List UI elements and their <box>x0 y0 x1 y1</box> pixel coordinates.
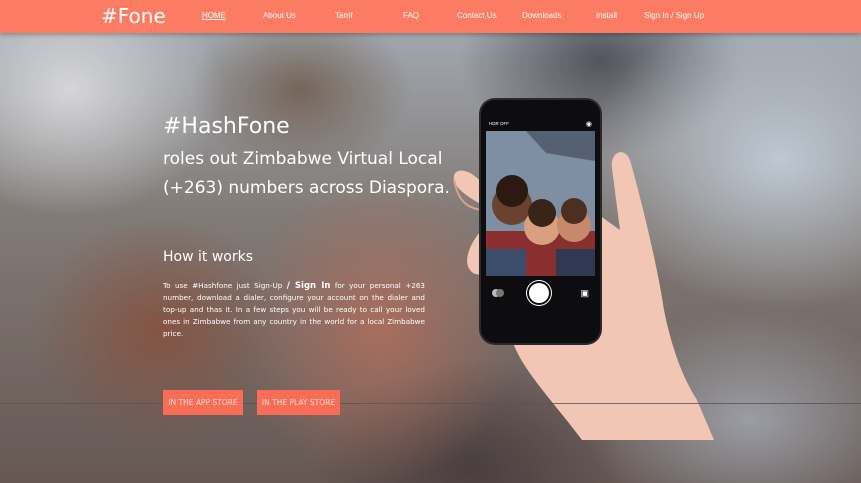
camera-flip-icon[interactable]: ▣ <box>580 288 589 299</box>
nav-tarrif[interactable]: Tarrif <box>335 11 353 20</box>
nav-install[interactable]: Install <box>596 11 617 20</box>
top-navbar: #Fone HOME About Us Tarrif FAQ Contact U… <box>0 0 861 33</box>
hero-title: #HashFone <box>163 114 290 139</box>
hero-subtitle-line2: (+263) numbers across Diaspora. <box>163 178 450 198</box>
how-it-works-text: To use #Hashfone just Sign-Up / Sign In … <box>163 280 425 340</box>
body-text-signin[interactable]: / Sign In <box>287 281 331 291</box>
nav-about[interactable]: About Us <box>263 11 296 20</box>
hero-subtitle-line1: roles out Zimbabwe Virtual Local <box>163 149 443 169</box>
nav-signin[interactable]: Sign In / Sign Up <box>644 11 704 20</box>
app-store-button[interactable]: IN THE APP STORE <box>163 390 243 415</box>
nav-home[interactable]: HOME <box>202 11 226 20</box>
nav-downloads[interactable]: Downloads <box>522 11 562 20</box>
shutter-button[interactable] <box>529 283 549 303</box>
body-text-part1: To use #Hashfone just Sign-Up <box>163 281 283 290</box>
selfie-photo <box>486 131 595 276</box>
site-logo[interactable]: #Fone <box>101 4 166 28</box>
camera-icon: ◉ <box>585 121 592 128</box>
phone-screen-selfie <box>486 131 595 276</box>
hero-background <box>0 0 861 483</box>
phone-status-text: HDR OFF <box>489 121 509 126</box>
horizontal-divider <box>0 403 861 404</box>
phone-mockup: HDR OFF ◉ ▣ <box>481 100 600 343</box>
background-overlay <box>0 0 861 483</box>
how-it-works-heading: How it works <box>163 249 253 265</box>
nav-faq[interactable]: FAQ <box>403 11 419 20</box>
play-store-button[interactable]: IN THE PLAY STORE <box>257 390 340 415</box>
gallery-icon[interactable] <box>492 288 504 298</box>
nav-contact[interactable]: Contact Us <box>457 11 497 20</box>
